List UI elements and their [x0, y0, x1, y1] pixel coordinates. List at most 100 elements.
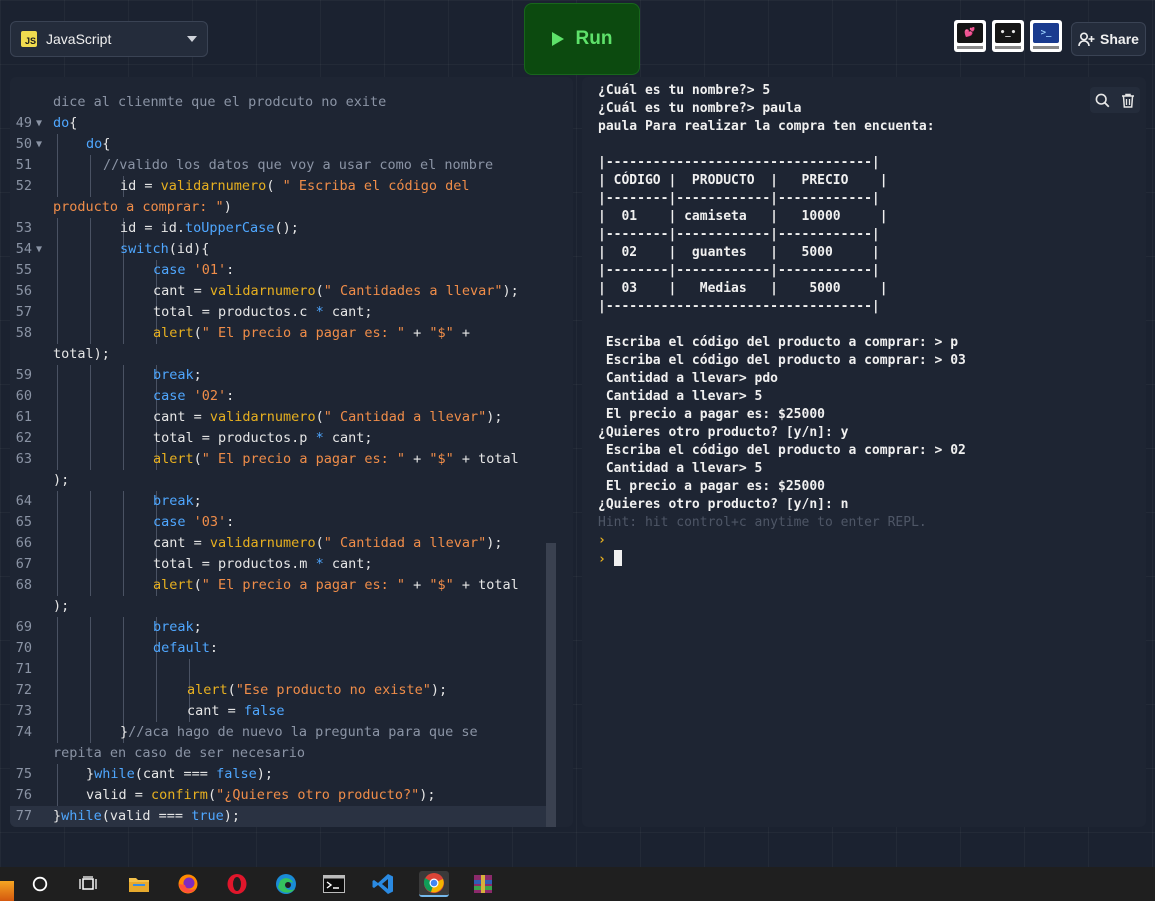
editor-scrollbar-thumb[interactable] [546, 543, 556, 827]
winrar-icon[interactable] [470, 871, 496, 897]
indent-guide [90, 176, 91, 197]
prompt-chevron-icon: › [598, 533, 606, 548]
console-panel[interactable]: ¿Cuál es tu nombre?> 5 ¿Cuál es tu nombre… [582, 77, 1146, 827]
code-line[interactable]: 51 //valido los datos que voy a usar como… [10, 155, 546, 176]
indent-guide [57, 785, 58, 806]
code-line[interactable]: repita en caso de ser necesario [10, 743, 546, 764]
avatar[interactable]: 💕 [954, 20, 986, 52]
code-line[interactable]: 50 ▼ do{ [10, 134, 546, 155]
code-line[interactable]: 57 total = productos.c * cant; [10, 302, 546, 323]
code-text: ); [53, 598, 70, 614]
indent-guide [90, 722, 91, 743]
indent-guide [90, 554, 91, 575]
code-text: id = validarnumero( " Escriba el código … [120, 178, 470, 194]
code-line[interactable]: 66 cant = validarnumero(" Cantidad a llev… [10, 533, 546, 554]
fold-toggle-icon[interactable]: ▼ [36, 113, 42, 134]
code-line[interactable]: 63 alert(" El precio a pagar es: " + "$" … [10, 449, 546, 470]
code-line[interactable]: 74}//aca hago de nuevo la pregunta para … [10, 722, 546, 743]
fold-toggle-icon[interactable]: ▼ [36, 239, 42, 260]
code-text: total = productos.m * cant; [153, 556, 373, 572]
start-icon[interactable] [0, 881, 14, 901]
task-view-icon[interactable] [75, 871, 101, 897]
cortana-icon[interactable] [27, 871, 53, 897]
indent-guide [90, 281, 91, 302]
play-icon [551, 32, 564, 46]
trash-icon[interactable] [1121, 93, 1135, 108]
code-text: producto a comprar: ") [53, 199, 232, 215]
code-line[interactable]: 60 case '02': [10, 386, 546, 407]
code-line[interactable]: 69 break; [10, 617, 546, 638]
code-line[interactable]: 55 case '01': [10, 260, 546, 281]
avatar[interactable]: >_ [1030, 20, 1062, 52]
code-text: total = productos.p * cant; [153, 430, 373, 446]
code-line[interactable]: 67 total = productos.m * cant; [10, 554, 546, 575]
code-line[interactable]: 64 break; [10, 491, 546, 512]
edge-icon[interactable] [273, 871, 299, 897]
editor-scrollbar-track[interactable] [556, 77, 573, 827]
line-number: 52 [15, 178, 32, 194]
line-number: 59 [15, 367, 32, 383]
indent-guide [90, 533, 91, 554]
code-line[interactable]: 65 case '03': [10, 512, 546, 533]
console-prompt[interactable]: › [598, 550, 966, 568]
indent-guide [90, 491, 91, 512]
terminal-icon[interactable] [321, 871, 347, 897]
code-line[interactable]: 62 total = productos.p * cant; [10, 428, 546, 449]
opera-icon[interactable] [224, 871, 250, 897]
code-line[interactable]: 68 alert(" El precio a pagar es: " + "$" … [10, 575, 546, 596]
code-editor[interactable]: dice al clienmte que el prodcuto no exit… [10, 77, 573, 827]
code-line[interactable]: ); [10, 596, 546, 617]
code-line[interactable]: 58 alert(" El precio a pagar es: " + "$" … [10, 323, 546, 344]
code-text: switch(id){ [120, 241, 210, 257]
code-line[interactable]: 49 ▼ do{ [10, 113, 546, 134]
line-number: 73 [15, 703, 32, 719]
line-number: 69 [15, 619, 32, 635]
code-line[interactable]: dice al clienmte que el prodcuto no exit… [10, 92, 546, 113]
code-line[interactable]: 54 ▼ switch(id){ [10, 239, 546, 260]
code-line[interactable]: total); [10, 344, 546, 365]
code-text: id = id.toUpperCase(); [120, 220, 299, 236]
share-button[interactable]: Share [1071, 22, 1146, 56]
code-line[interactable]: 53 id = id.toUpperCase(); [10, 218, 546, 239]
code-line[interactable]: 75}while(cant === false); [10, 764, 546, 785]
language-select[interactable]: JS JavaScript [10, 21, 208, 57]
code-line[interactable]: 59 break; [10, 365, 546, 386]
indent-guide [123, 491, 124, 512]
code-line[interactable]: 70 default: [10, 638, 546, 659]
console-line: Escriba el código del producto a comprar… [598, 443, 966, 458]
line-number: 68 [15, 577, 32, 593]
indent-guide [57, 722, 58, 743]
code-line[interactable]: 56 cant = validarnumero(" Cantidades a ll… [10, 281, 546, 302]
vscode-icon[interactable] [370, 871, 396, 897]
code-text: ); [53, 472, 70, 488]
line-number: 66 [15, 535, 32, 551]
run-button[interactable]: Run [524, 3, 640, 75]
console-prompt: › [598, 532, 966, 550]
code-line[interactable]: 72 alert("Ese producto no existe"); [10, 680, 546, 701]
code-line[interactable]: 71 [10, 659, 546, 680]
file-explorer-icon[interactable] [126, 871, 152, 897]
indent-guide [57, 680, 58, 701]
fold-toggle-icon[interactable]: ▼ [36, 134, 42, 155]
code-line[interactable]: 76 valid = confirm("¿Quieres otro product… [10, 785, 546, 806]
firefox-icon[interactable] [175, 871, 201, 897]
avatar[interactable]: •_• [992, 20, 1024, 52]
indent-guide [57, 365, 58, 386]
code-line[interactable]: ); [10, 470, 546, 491]
line-number: 57 [15, 304, 32, 320]
code-line[interactable]: 73 cant = false [10, 701, 546, 722]
search-icon[interactable] [1095, 93, 1110, 108]
indent-guide [57, 428, 58, 449]
code-line[interactable]: 52 id = validarnumero( " Escriba el códig… [10, 176, 546, 197]
indent-guide [123, 680, 124, 701]
code-text: do{ [86, 136, 111, 152]
code-line[interactable]: producto a comprar: ") [10, 197, 546, 218]
indent-guide [90, 386, 91, 407]
chrome-icon[interactable] [419, 871, 449, 897]
line-number: 56 [15, 283, 32, 299]
repl-hint: Hint: hit control+c anytime to enter REP… [598, 515, 927, 530]
code-lines[interactable]: dice al clienmte que el prodcuto no exit… [10, 92, 546, 827]
console-line: |--------|------------|------------| [598, 191, 880, 206]
code-line[interactable]: 77}while(valid === true); [10, 806, 546, 827]
code-line[interactable]: 61 cant = validarnumero(" Cantidad a llev… [10, 407, 546, 428]
